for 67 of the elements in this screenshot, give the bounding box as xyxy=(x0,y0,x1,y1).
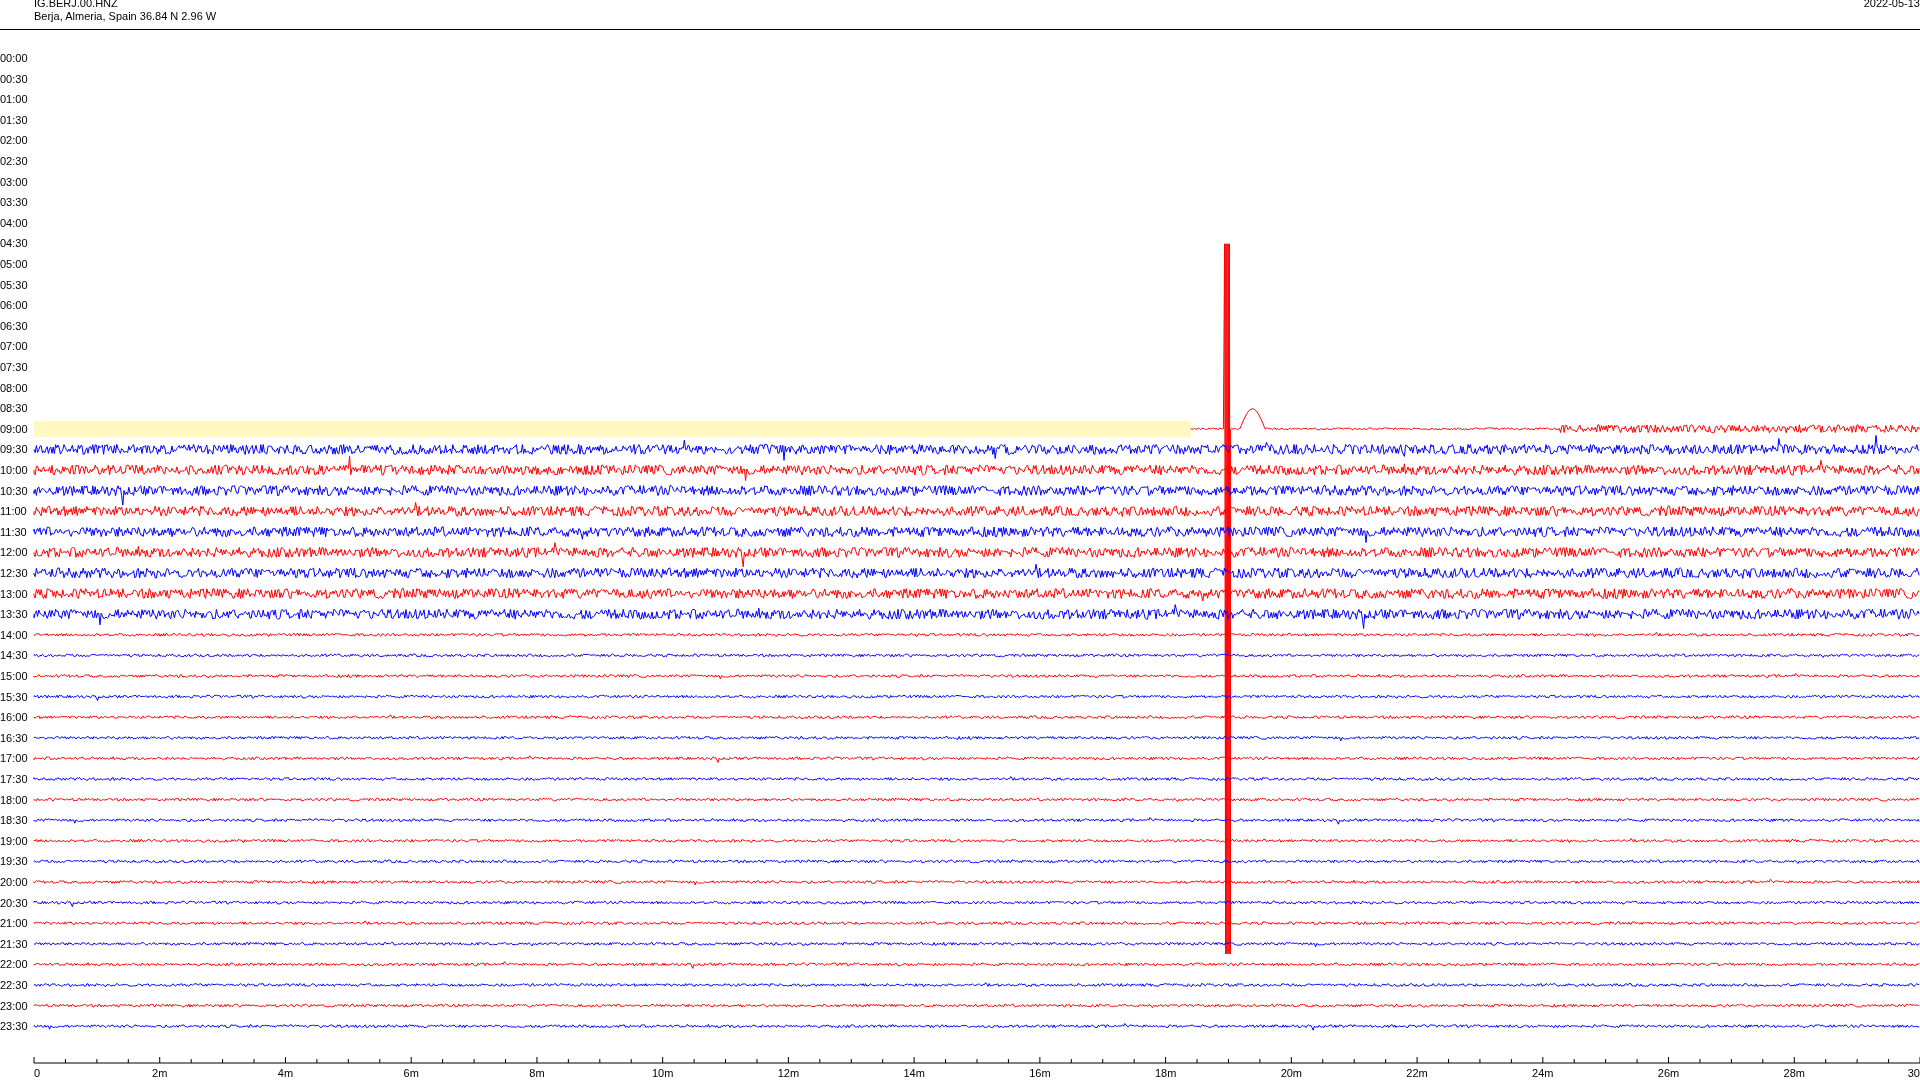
axis-label: 14m xyxy=(903,1067,925,1079)
time-label: 09:00 xyxy=(0,422,28,435)
axis-label: 28m xyxy=(1783,1067,1805,1079)
time-label: 16:00 xyxy=(0,711,28,724)
time-label: 14:00 xyxy=(0,628,28,641)
time-label: 12:30 xyxy=(0,567,28,579)
axis-label: 26m xyxy=(1657,1067,1680,1079)
axis-label: 8m xyxy=(529,1067,545,1079)
time-label: 01:00 xyxy=(0,93,28,106)
time-label: 01:30 xyxy=(0,113,28,126)
time-label: 12:00 xyxy=(0,546,28,559)
axis-label: 4m xyxy=(277,1067,294,1079)
time-label: 20:30 xyxy=(0,896,28,909)
time-label: 00:30 xyxy=(0,72,28,85)
date-label: 2022-05-13 xyxy=(1863,0,1920,10)
time-label: 22:00 xyxy=(0,958,28,971)
time-label: 14:30 xyxy=(0,649,28,662)
station-code: IG.BERJ.00.HNZ xyxy=(34,0,119,10)
axis-label: 2m xyxy=(152,1067,168,1079)
time-label: 22:30 xyxy=(0,979,28,991)
time-label: 13:00 xyxy=(0,587,28,600)
time-label: 07:30 xyxy=(0,361,28,373)
time-label: 23:30 xyxy=(0,1020,28,1033)
time-label: 10:30 xyxy=(0,484,28,497)
time-label: 06:30 xyxy=(0,319,28,332)
time-label: 11:00 xyxy=(0,505,27,518)
time-label: 23:00 xyxy=(0,999,28,1012)
time-label: 10:00 xyxy=(0,464,28,476)
time-label: 04:30 xyxy=(0,237,28,250)
time-label: 09:30 xyxy=(0,443,28,456)
time-label: 19:30 xyxy=(0,855,28,868)
time-label: 03:30 xyxy=(0,196,28,209)
time-label: 20:00 xyxy=(0,876,28,888)
time-label: 15:00 xyxy=(0,670,28,682)
time-label: 21:00 xyxy=(0,917,28,930)
time-label: 04:00 xyxy=(0,216,28,229)
time-label: 08:00 xyxy=(0,381,28,394)
axis-label: 30 xyxy=(1907,1067,1920,1079)
axis-label: 0 xyxy=(34,1067,41,1079)
station-location: Berja, Almeria, Spain 36.84 N 2.96 W xyxy=(34,10,217,23)
time-label: 07:00 xyxy=(0,340,28,353)
time-label: 17:00 xyxy=(0,752,28,765)
time-label: 15:30 xyxy=(0,690,28,703)
axis-label: 10m xyxy=(651,1067,674,1079)
time-label: 13:30 xyxy=(0,608,28,621)
time-label: 02:00 xyxy=(0,134,28,147)
time-label: 00:00 xyxy=(0,52,28,64)
time-label: 03:00 xyxy=(0,175,28,188)
axis-label: 18m xyxy=(1154,1067,1177,1079)
time-label: 02:30 xyxy=(0,155,28,167)
axis-label: 12m xyxy=(777,1067,800,1079)
time-label: 16:30 xyxy=(0,731,28,744)
axis-label: 16m xyxy=(1029,1067,1051,1079)
axis-label: 24m xyxy=(1532,1067,1554,1079)
time-label: 05:30 xyxy=(0,278,28,291)
time-label: 21:30 xyxy=(0,937,28,950)
time-label: 11:30 xyxy=(0,525,27,538)
time-label: 19:00 xyxy=(0,834,28,847)
time-label: 06:00 xyxy=(0,299,28,312)
axis-label: 20m xyxy=(1280,1067,1303,1079)
time-label: 08:30 xyxy=(0,402,28,415)
time-label: 18:00 xyxy=(0,793,28,806)
time-label: 18:30 xyxy=(0,814,28,827)
time-label: 17:30 xyxy=(0,773,28,785)
axis-label: 22m xyxy=(1406,1067,1428,1079)
time-label: 05:00 xyxy=(0,258,28,270)
axis-label: 6m xyxy=(403,1067,419,1079)
